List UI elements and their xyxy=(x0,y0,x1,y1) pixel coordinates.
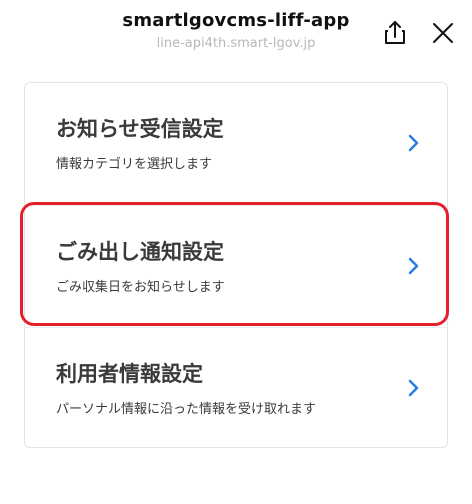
menu-item-garbage-notification-settings[interactable]: ごみ出し通知設定 ごみ収集日をお知らせします xyxy=(25,205,449,327)
share-button[interactable] xyxy=(380,18,410,48)
app-header: smartlgovcms-liff-app line-api4th.smart-… xyxy=(0,0,472,66)
chevron-right-icon xyxy=(408,134,419,152)
settings-card: お知らせ受信設定 情報カテゴリを選択します ごみ出し通知設定 ごみ収集日をお知ら… xyxy=(24,82,449,449)
share-icon xyxy=(385,21,405,44)
close-icon xyxy=(433,23,453,43)
chevron-right-icon xyxy=(408,257,419,275)
menu-item-user-info-settings[interactable]: 利用者情報設定 パーソナル情報に沿った情報を受け取れます xyxy=(25,327,449,449)
menu-item-description: パーソナル情報に沿った情報を受け取れます xyxy=(56,402,317,417)
menu-item-title: ごみ出し通知設定 xyxy=(56,240,224,264)
menu-item-description: 情報カテゴリを選択します xyxy=(56,157,213,172)
chevron-right-icon xyxy=(408,379,419,397)
menu-item-title: 利用者情報設定 xyxy=(56,362,203,386)
close-button[interactable] xyxy=(428,18,458,48)
menu-item-title: お知らせ受信設定 xyxy=(56,117,224,141)
menu-item-notification-settings[interactable]: お知らせ受信設定 情報カテゴリを選択します xyxy=(25,83,449,205)
menu-item-description: ごみ収集日をお知らせします xyxy=(56,280,225,295)
